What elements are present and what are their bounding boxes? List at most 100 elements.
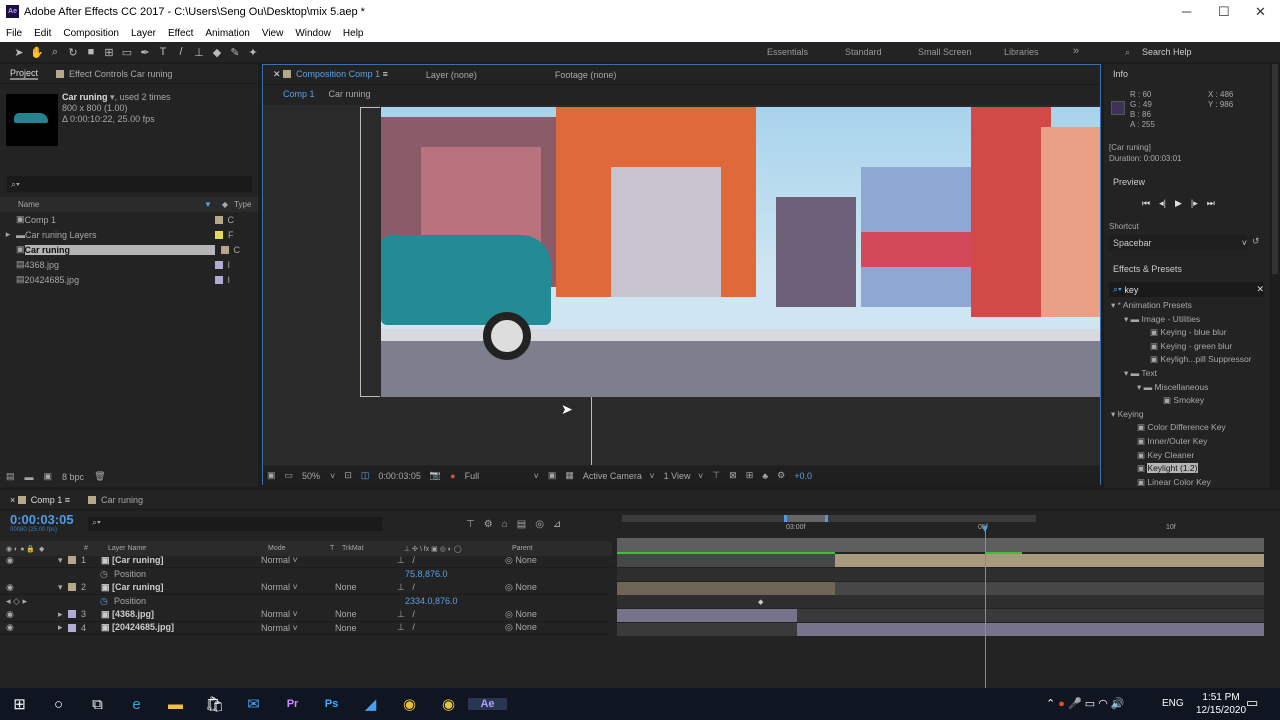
type-tool-icon[interactable]: T: [154, 46, 172, 58]
trkmat-dropdown[interactable]: None: [335, 623, 397, 633]
breadcrumb-car-runing[interactable]: Car runing: [329, 89, 371, 99]
effects-tree-item[interactable]: ▾ Keying: [1104, 408, 1264, 422]
project-item[interactable]: ▣ Car runing C: [0, 242, 258, 257]
menu-edit[interactable]: Edit: [34, 28, 51, 39]
layer-row[interactable]: ◉ ▾ 1 ▣ [Car runing] Normal ˅ ⊥ / ◎ None: [0, 554, 612, 568]
tab-layer[interactable]: Layer (none): [426, 70, 477, 80]
mode-dropdown[interactable]: Normal ˅: [261, 623, 323, 633]
timeline-search-input[interactable]: ⌕▾: [88, 517, 382, 531]
safe-areas-icon[interactable]: ⊡: [344, 470, 352, 481]
menu-view[interactable]: View: [262, 28, 284, 39]
graph-editor-icon[interactable]: ⊿: [553, 519, 561, 530]
next-frame-icon[interactable]: |▸: [1191, 198, 1198, 209]
project-item[interactable]: ▤ 4368.jpg I: [0, 257, 258, 272]
tab-composition[interactable]: ✕ Composition Comp 1 ≡: [273, 69, 388, 80]
effects-tree-item[interactable]: ▾ * Animation Presets: [1104, 299, 1264, 313]
label-color[interactable]: [68, 610, 76, 619]
project-item[interactable]: ▣ Comp 1C: [0, 212, 258, 227]
effects-tree-item[interactable]: ▾ ▬ Miscellaneous: [1104, 381, 1264, 395]
pen-tool-icon[interactable]: ✒: [136, 46, 154, 59]
menu-animation[interactable]: Animation: [205, 28, 249, 39]
chrome-icon[interactable]: ◉: [429, 695, 468, 713]
windows-start-icon[interactable]: ⊞: [0, 695, 39, 713]
layer-name[interactable]: ▣ [4368.jpg]: [101, 609, 261, 620]
brush-tool-icon[interactable]: /: [172, 46, 190, 58]
layer-bar-2[interactable]: [617, 582, 835, 595]
project-search-input[interactable]: ⌕▾: [7, 176, 252, 192]
close-button[interactable]: ✕: [1255, 4, 1266, 20]
mask-visibility-icon[interactable]: ◫: [361, 470, 370, 481]
color-channels-icon[interactable]: ●: [450, 471, 455, 481]
mode-dropdown[interactable]: Normal ˅: [261, 582, 323, 592]
workspace-libraries[interactable]: Libraries: [1004, 47, 1039, 57]
col-type[interactable]: Type: [234, 200, 251, 209]
keyframe-icon[interactable]: ◆: [758, 598, 763, 606]
property-value[interactable]: 2334.0,876.0: [405, 596, 458, 606]
frame-blending-icon[interactable]: ▤: [517, 519, 526, 530]
menu-window[interactable]: Window: [295, 28, 331, 39]
task-view-icon[interactable]: ⧉: [78, 696, 117, 713]
eraser-tool-icon[interactable]: ◆: [208, 46, 226, 59]
exposure-icon[interactable]: ⚙: [777, 470, 785, 481]
breadcrumb-comp1[interactable]: Comp 1: [283, 89, 315, 99]
layer-switches[interactable]: ⊥ /: [397, 555, 505, 566]
play-icon[interactable]: ▶: [1175, 198, 1182, 209]
timeline-icon[interactable]: ⊞: [746, 470, 754, 481]
rotate-tool-icon[interactable]: ↻: [64, 46, 82, 59]
twirl-icon[interactable]: ▾: [58, 582, 68, 593]
language-indicator[interactable]: ENG: [1162, 698, 1184, 709]
camera-dropdown[interactable]: Active Camera ˅: [583, 471, 655, 481]
effects-tree-item[interactable]: ▣ Color Difference Key: [1104, 421, 1264, 435]
edge-icon[interactable]: e: [117, 696, 156, 713]
workspace-small-screen[interactable]: Small Screen: [918, 47, 972, 57]
layer-bar-3[interactable]: [617, 609, 797, 622]
toggle-pixel-aspect-icon[interactable]: ⊤: [712, 470, 720, 481]
layer-switches[interactable]: ⊥ /: [397, 582, 505, 593]
tab-effect-controls[interactable]: Effect Controls Car runing: [56, 69, 172, 79]
puppet-tool-icon[interactable]: ✦: [244, 46, 262, 59]
trkmat-dropdown[interactable]: None: [335, 582, 397, 592]
flowchart-icon[interactable]: ♣: [762, 471, 768, 481]
exposure-value[interactable]: +0.0: [794, 471, 812, 481]
project-item[interactable]: ▸ ▬ Car runing Layers F: [0, 227, 258, 242]
visibility-icon[interactable]: ◉: [0, 609, 58, 620]
after-effects-icon[interactable]: Ae: [468, 698, 507, 710]
search-help-input[interactable]: Search Help: [1142, 47, 1192, 57]
view-layout-dropdown[interactable]: 1 View ˅: [664, 471, 704, 481]
effects-tree-item[interactable]: ▣ Smokey: [1104, 394, 1264, 408]
twirl-icon[interactable]: ▾: [58, 555, 68, 566]
snapshot-icon[interactable]: 📷: [430, 470, 441, 481]
layer-bar-4[interactable]: [797, 623, 1264, 636]
mail-icon[interactable]: ✉: [234, 695, 273, 713]
workspace-standard[interactable]: Standard: [845, 47, 882, 57]
anchor-tool-icon[interactable]: ⊞: [100, 46, 118, 59]
layer-name[interactable]: ▣ [20424685.jpg]: [101, 622, 261, 633]
visibility-icon[interactable]: ◉: [0, 582, 58, 593]
premiere-icon[interactable]: Pr: [273, 698, 312, 710]
effects-tree-item[interactable]: ▣ Keying - green blur: [1104, 340, 1264, 354]
right-scrollbar[interactable]: [1272, 64, 1278, 274]
col-trkmat[interactable]: TrkMat: [342, 545, 404, 552]
menu-layer[interactable]: Layer: [131, 28, 156, 39]
reset-icon[interactable]: ↺: [1252, 236, 1260, 247]
file-explorer-icon[interactable]: ▬: [156, 696, 195, 713]
playhead[interactable]: [985, 526, 986, 688]
rectangle-tool-icon[interactable]: ▭: [118, 46, 136, 59]
stamp-tool-icon[interactable]: ⊥: [190, 46, 208, 59]
playhead-handle-icon[interactable]: ▼: [980, 524, 990, 535]
work-area-bar[interactable]: [617, 538, 1264, 552]
project-item[interactable]: ▤ 20424685.jpg I: [0, 272, 258, 287]
motion-blur-icon[interactable]: ◎: [535, 519, 544, 530]
label-color[interactable]: [68, 556, 76, 565]
shortcut-dropdown[interactable]: Spacebar ˅: [1109, 235, 1247, 250]
label-color[interactable]: [68, 623, 76, 632]
mode-dropdown[interactable]: Normal ˅: [261, 609, 323, 619]
selection-tool-icon[interactable]: ➤: [10, 46, 28, 59]
menu-file[interactable]: File: [6, 28, 22, 39]
trkmat-dropdown[interactable]: None: [335, 609, 397, 619]
menu-effect[interactable]: Effect: [168, 28, 193, 39]
zoom-tool-icon[interactable]: ⌕: [46, 46, 64, 59]
cortana-icon[interactable]: ○: [39, 696, 78, 713]
always-preview-icon[interactable]: ▣: [267, 470, 276, 481]
last-frame-icon[interactable]: ⏭: [1207, 198, 1215, 209]
